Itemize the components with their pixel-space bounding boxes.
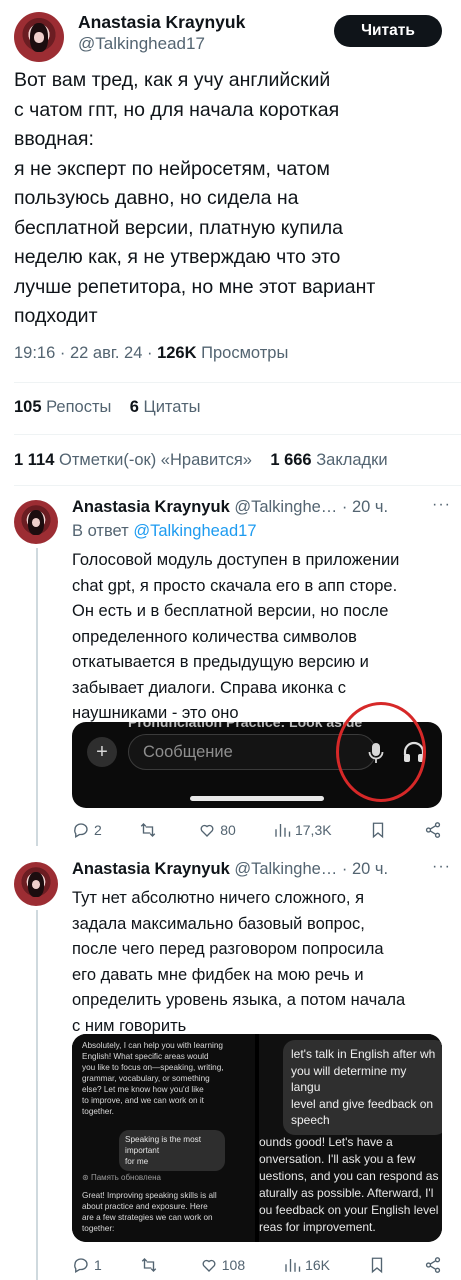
share-button[interactable]: [424, 821, 442, 839]
bookmarks-label: Закладки: [316, 451, 388, 469]
repost-icon: [140, 823, 156, 837]
memory-icon: ⊛: [82, 1173, 91, 1182]
message-placeholder: Сообщение: [143, 743, 233, 761]
chat-answer-text: ounds good! Let's have a onversation. I'…: [259, 1135, 439, 1234]
author-name[interactable]: Anastasia Kraynyuk: [72, 860, 230, 878]
quotes-label: Цитаты: [143, 398, 201, 416]
views-label: Просмотры: [201, 344, 289, 362]
read-button[interactable]: Читать: [334, 15, 442, 47]
reply-icon: [74, 823, 88, 838]
divider: [14, 485, 461, 486]
tweet-date[interactable]: 22 авг. 24: [70, 344, 142, 362]
likes-label: Отметки(-ок) «Нравится»: [58, 451, 252, 469]
bookmarks-stat[interactable]: 1 666 Закладки: [270, 451, 387, 469]
share-button[interactable]: [424, 1256, 442, 1274]
reply-header: Anastasia Kraynyuk @Talkinghe… · 20 ч.: [72, 498, 388, 517]
like-button[interactable]: 80: [198, 821, 236, 839]
more-options-button[interactable]: ···: [432, 858, 451, 876]
views-count: 17,3K: [294, 822, 332, 838]
bookmarks-count: 1 666: [270, 451, 312, 469]
views-count: 126K: [157, 344, 197, 362]
share-icon: [425, 1257, 441, 1273]
memory-status: ⊛ Память обновлена: [82, 1173, 161, 1182]
views-button[interactable]: 17,3K: [273, 821, 332, 839]
bookmark-icon: [372, 822, 383, 839]
quotes-stat[interactable]: 6 Цитаты: [130, 398, 201, 416]
author-avatar[interactable]: [14, 12, 64, 62]
repost-button[interactable]: [140, 1256, 162, 1274]
in-reply-label: В ответ: [72, 522, 129, 540]
more-options-button[interactable]: ···: [432, 496, 451, 514]
share-icon: [425, 822, 441, 838]
likes-count: 1 114: [14, 451, 55, 469]
chat-answer-text: Absolutely, I can help you with learning…: [82, 1041, 224, 1116]
reposts-stat[interactable]: 105 Репосты: [14, 398, 111, 416]
time-ago[interactable]: · 20 ч.: [342, 498, 388, 516]
author-handle[interactable]: @Talkinghe…: [234, 498, 337, 516]
tweet-actions: 2 80 17,3K: [72, 817, 442, 843]
likes-stat[interactable]: 1 114 Отметки(-ок) «Нравится»: [14, 451, 252, 469]
reply-header: Anastasia Kraynyuk @Talkinghe… · 20 ч.: [72, 860, 388, 879]
author-name[interactable]: Anastasia Kraynyuk: [78, 12, 245, 33]
bookmark-icon: [371, 1257, 383, 1274]
tweet-text: Вот вам тред, как я учу английский с чат…: [14, 69, 376, 327]
meta-separator: ·: [146, 344, 158, 362]
home-indicator: [190, 796, 324, 801]
heart-icon: [202, 1259, 216, 1272]
media-image-right[interactable]: let's talk in English after wh you will …: [259, 1034, 442, 1242]
memory-label: Память обновлена: [90, 1173, 161, 1182]
author-name[interactable]: Anastasia Kraynyuk: [72, 498, 230, 516]
media-cut-text: Pronunciation Practice: Look aside: [128, 722, 363, 730]
like-count: 108: [221, 1257, 246, 1273]
meta-separator: ·: [59, 344, 70, 362]
thread-line: [36, 910, 38, 1280]
quotes-count: 6: [129, 398, 139, 416]
time-ago[interactable]: · 20 ч.: [342, 860, 388, 878]
chat-user-bubble: let's talk in English after wh you will …: [283, 1040, 442, 1135]
reposts-count: 105: [14, 398, 42, 416]
tweet-time[interactable]: 19:16: [14, 344, 55, 362]
author-handle[interactable]: @Talkinghe…: [234, 860, 337, 878]
reposts-label: Репосты: [46, 398, 112, 416]
author-handle[interactable]: @Talkinghead17: [78, 34, 205, 54]
reply-count: 2: [94, 822, 102, 838]
bookmark-button[interactable]: [369, 821, 387, 839]
like-button[interactable]: 108: [200, 1256, 245, 1274]
in-reply-to: В ответ @Talkinghead17: [72, 522, 257, 541]
like-stats: 1 114 Отметки(-ок) «Нравится» 1 666 Закл…: [14, 451, 388, 470]
repost-button[interactable]: [139, 821, 161, 839]
highlight-circle: [336, 702, 426, 802]
chat-answer-text: Great! Improving speaking skills is all …: [82, 1191, 217, 1233]
views-button[interactable]: 16K: [283, 1256, 330, 1274]
repost-stats: 105 Репосты 6 Цитаты: [14, 398, 201, 417]
views-icon: [275, 824, 291, 837]
tweet-media-images[interactable]: Absolutely, I can help you with learning…: [72, 1034, 442, 1242]
repost-icon: [141, 1258, 157, 1272]
author-avatar[interactable]: [14, 500, 58, 544]
views-count: 16K: [305, 1257, 331, 1273]
tweet-text: Голосовой модуль доступен в приложении c…: [72, 551, 400, 722]
in-reply-handle-link[interactable]: @Talkinghead17: [133, 522, 256, 540]
divider: [14, 434, 461, 435]
author-avatar[interactable]: [14, 862, 58, 906]
media-image-left[interactable]: Absolutely, I can help you with learning…: [72, 1034, 255, 1242]
chat-user-bubble: Speaking is the most important for me: [119, 1130, 225, 1171]
heart-icon: [200, 824, 214, 837]
tweet-meta: 19:16 · 22 авг. 24 · 126K Просмотры: [14, 344, 288, 363]
reply-count: 1: [94, 1257, 102, 1273]
tweet-actions: 1 108 16K: [72, 1252, 442, 1278]
thread-line: [36, 548, 38, 846]
like-count: 80: [220, 822, 236, 838]
reply-icon: [74, 1258, 88, 1273]
reply-button[interactable]: 1: [72, 1256, 102, 1274]
reply-button[interactable]: 2: [72, 821, 102, 839]
bookmark-button[interactable]: [368, 1256, 386, 1274]
views-icon: [285, 1259, 301, 1272]
plus-icon: +: [87, 737, 117, 767]
tweet-text: Тут нет абсолютно ничего сложного, я зад…: [72, 889, 406, 1035]
divider: [14, 382, 461, 383]
